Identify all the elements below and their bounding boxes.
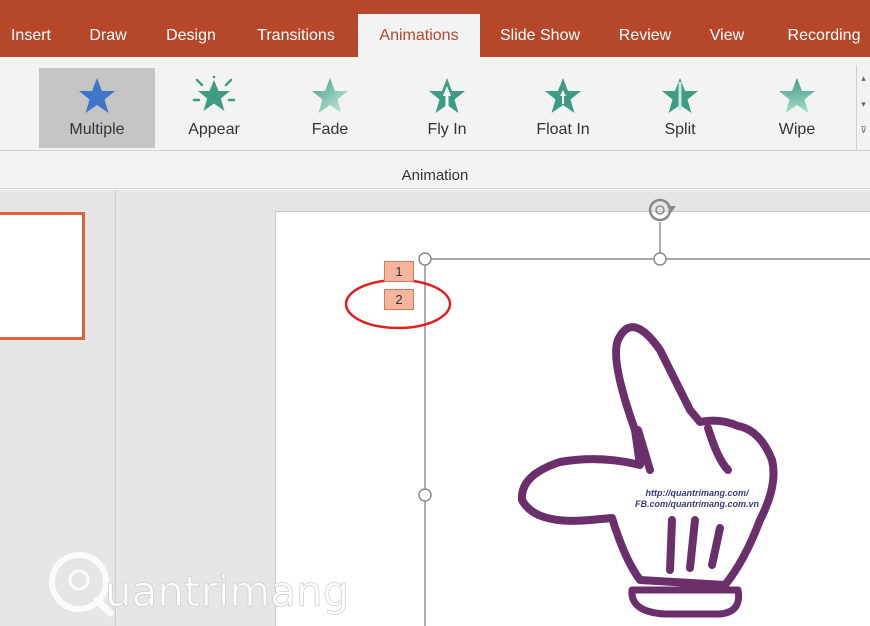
group-label: Animation (401, 167, 469, 184)
animation-label: Split (664, 121, 696, 138)
editor-area (0, 190, 870, 626)
animation-split-button[interactable]: Split (622, 68, 738, 148)
gallery-more-icon[interactable]: ⊽ (857, 123, 870, 137)
gallery-scroll[interactable]: ▴ ▾ ⊽ (856, 65, 870, 151)
animation-label: Wipe (778, 121, 816, 138)
animation-fly-in-button[interactable]: Fly In (389, 68, 505, 148)
tab-view[interactable]: View (696, 14, 758, 57)
powerpoint-window: Insert Draw Design Transitions Animation… (0, 0, 870, 626)
ribbon-tab-bar: Insert Draw Design Transitions Animation… (0, 0, 870, 57)
tab-review[interactable]: Review (606, 14, 684, 57)
tab-draw[interactable]: Draw (78, 14, 138, 57)
animation-label: Fly In (427, 121, 467, 138)
animation-label: Fade (311, 121, 349, 138)
gallery-scroll-up-icon[interactable]: ▴ (857, 71, 870, 85)
tab-transitions[interactable]: Transitions (244, 14, 348, 57)
fly-in-star-icon (429, 78, 465, 113)
animation-label: Float In (536, 121, 590, 138)
star-icon (79, 78, 115, 113)
animation-multiple-button[interactable]: Multiple (39, 68, 155, 148)
appear-star-icon (192, 76, 236, 111)
animation-appear-button[interactable]: Appear (156, 68, 272, 148)
animations-ribbon: Multiple Appear Fade Fly In Float In Spl… (0, 57, 870, 189)
tab-animations[interactable]: Animations (358, 14, 480, 57)
pane-divider[interactable] (115, 190, 116, 626)
animation-order-tag[interactable]: 1 (384, 261, 414, 282)
animation-wipe-button[interactable]: Wipe (739, 68, 855, 148)
tab-design[interactable]: Design (152, 14, 230, 57)
slide-thumbnail[interactable] (0, 212, 85, 340)
tab-recording[interactable]: Recording (774, 14, 870, 57)
fade-star-icon (312, 78, 348, 113)
tab-slide-show[interactable]: Slide Show (490, 14, 590, 57)
animation-label: Multiple (69, 121, 125, 138)
split-star-icon (662, 78, 698, 113)
gallery-scroll-down-icon[interactable]: ▾ (857, 97, 870, 111)
slide-canvas[interactable] (275, 211, 870, 626)
animation-order-tag[interactable]: 2 (384, 289, 414, 310)
animation-label: Appear (188, 121, 240, 138)
animation-fade-button[interactable]: Fade (272, 68, 388, 148)
animation-float-in-button[interactable]: Float In (505, 68, 621, 148)
tab-insert[interactable]: Insert (0, 14, 62, 57)
ribbon-divider (0, 150, 870, 151)
wipe-star-icon (779, 78, 815, 113)
float-in-star-icon (545, 78, 581, 113)
